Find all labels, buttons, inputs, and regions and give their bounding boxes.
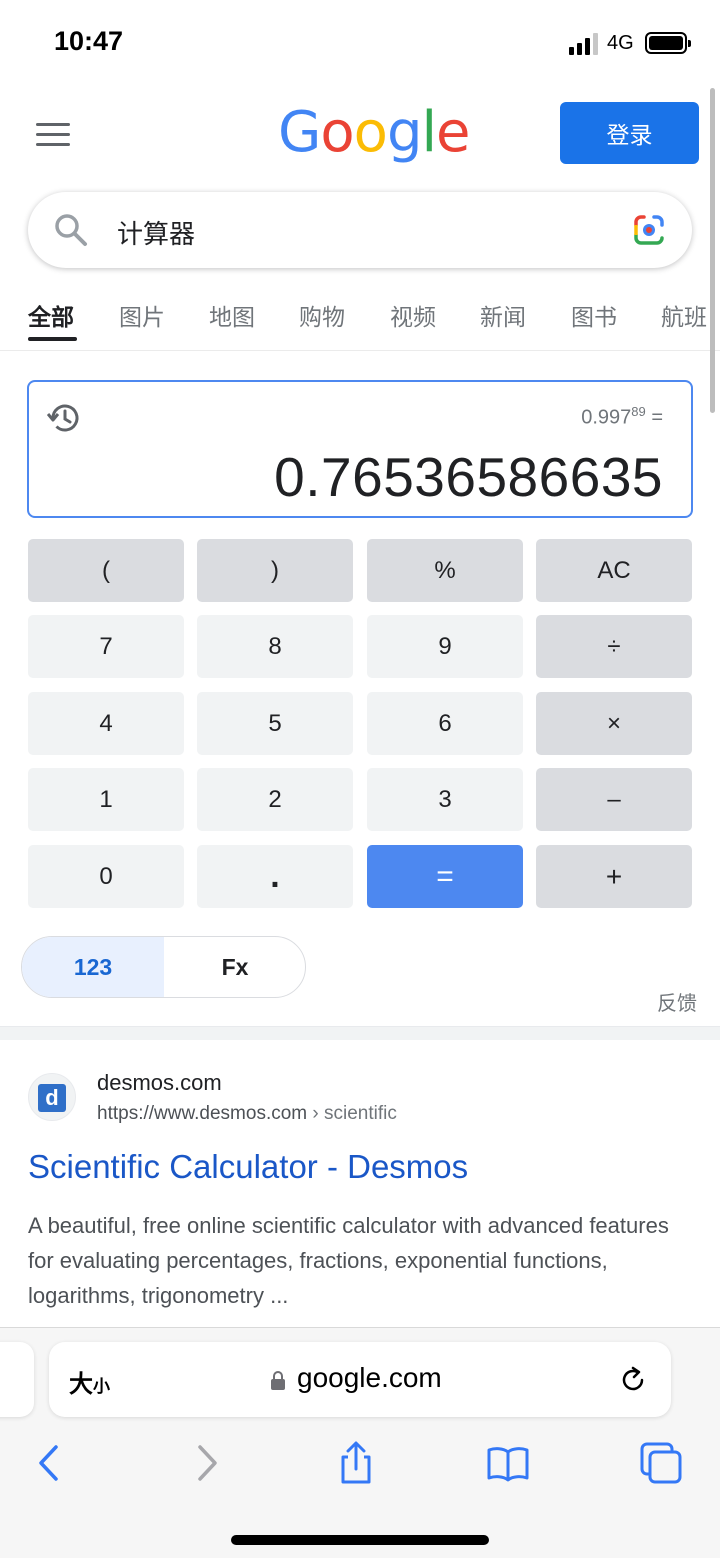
- battery-icon: [645, 32, 691, 54]
- logo-letter: o: [320, 100, 354, 165]
- tab-shopping[interactable]: 购物: [299, 298, 345, 332]
- forward-icon[interactable]: [184, 1441, 228, 1485]
- share-icon[interactable]: [334, 1441, 378, 1485]
- signal-icon: [569, 33, 599, 55]
- key-percent[interactable]: %: [367, 539, 523, 602]
- key-close-paren[interactable]: ): [197, 539, 353, 602]
- text-size-button[interactable]: 大小: [69, 1364, 110, 1399]
- result-url-crumb: › scientific: [307, 1103, 397, 1124]
- key-equals[interactable]: =: [367, 845, 523, 908]
- result-title-link[interactable]: Scientific Calculator - Desmos: [28, 1148, 468, 1186]
- back-icon[interactable]: [28, 1441, 72, 1485]
- expression-exponent: 89: [631, 404, 646, 419]
- network-label: 4G: [607, 32, 634, 54]
- tabs-icon[interactable]: [639, 1441, 683, 1485]
- expression-base: 0.997: [581, 406, 632, 429]
- result-url[interactable]: https://www.desmos.com › scientific: [97, 1103, 397, 1125]
- key-0[interactable]: 0: [28, 845, 184, 908]
- search-input[interactable]: 计算器: [117, 214, 195, 251]
- menu-icon[interactable]: [36, 123, 70, 147]
- tab-videos[interactable]: 视频: [390, 298, 436, 332]
- key-subtract[interactable]: –: [536, 768, 692, 831]
- search-icon[interactable]: [54, 213, 88, 247]
- key-decimal[interactable]: .: [197, 845, 353, 908]
- logo-letter: o: [353, 100, 388, 165]
- favicon-letter: d: [38, 1084, 66, 1112]
- key-7[interactable]: 7: [28, 615, 184, 678]
- result-snippet: A beautiful, free online scientific calc…: [28, 1213, 669, 1308]
- expression-equals: =: [651, 406, 663, 429]
- logo-letter: G: [278, 100, 321, 165]
- section-divider: [0, 1026, 720, 1040]
- result-site-name[interactable]: desmos.com: [97, 1070, 222, 1096]
- tab-all[interactable]: 全部: [28, 298, 74, 332]
- search-tabs: 全部 图片 地图 购物 视频 新闻 图书 航班: [0, 290, 720, 350]
- text-size-small: 小: [93, 1377, 110, 1396]
- previous-tab-preview[interactable]: [0, 1342, 34, 1417]
- address-bar[interactable]: 大小 google.com: [49, 1342, 671, 1417]
- active-tab-indicator: [28, 337, 77, 341]
- address-domain[interactable]: google.com: [297, 1362, 442, 1394]
- key-8[interactable]: 8: [197, 615, 353, 678]
- divider: [0, 350, 720, 351]
- key-9[interactable]: 9: [367, 615, 523, 678]
- feedback-link[interactable]: 反馈: [657, 987, 697, 1016]
- scrollbar[interactable]: [710, 88, 715, 413]
- key-divide[interactable]: ÷: [536, 615, 692, 678]
- browser-toolbar: 大小 google.com: [0, 1327, 720, 1558]
- login-button[interactable]: 登录: [560, 102, 699, 164]
- tab-maps[interactable]: 地图: [209, 298, 255, 332]
- google-logo[interactable]: Google: [278, 100, 471, 165]
- key-6[interactable]: 6: [367, 692, 523, 755]
- reload-icon[interactable]: [618, 1365, 648, 1395]
- calculator-result: 0.76536586635: [274, 446, 663, 508]
- logo-letter: e: [436, 100, 470, 165]
- logo-letter: g: [386, 100, 423, 165]
- key-all-clear[interactable]: AC: [536, 539, 692, 602]
- key-add[interactable]: +: [536, 845, 692, 908]
- tab-news[interactable]: 新闻: [480, 298, 526, 332]
- result-url-base: https://www.desmos.com: [97, 1103, 308, 1124]
- mode-basic[interactable]: 123: [22, 937, 164, 997]
- bookmarks-icon[interactable]: [486, 1441, 530, 1485]
- home-indicator: [231, 1535, 489, 1545]
- status-bar: 10:47 4G: [0, 0, 720, 88]
- calculator-display: 0.99789 = 0.76536586635: [27, 380, 693, 518]
- key-multiply[interactable]: ×: [536, 692, 692, 755]
- key-2[interactable]: 2: [197, 768, 353, 831]
- tab-flights[interactable]: 航班: [661, 298, 707, 332]
- calculator-expression: 0.99789 =: [581, 404, 663, 430]
- status-time: 10:47: [54, 26, 124, 56]
- lock-icon: [271, 1371, 285, 1390]
- history-icon[interactable]: [47, 400, 83, 436]
- key-open-paren[interactable]: (: [28, 539, 184, 602]
- key-1[interactable]: 1: [28, 768, 184, 831]
- key-3[interactable]: 3: [367, 768, 523, 831]
- search-box[interactable]: 计算器: [28, 192, 692, 268]
- text-size-big: 大: [69, 1371, 93, 1398]
- tab-books[interactable]: 图书: [571, 298, 617, 332]
- tab-images[interactable]: 图片: [119, 298, 165, 332]
- mode-scientific[interactable]: Fx: [164, 937, 305, 997]
- site-favicon[interactable]: d: [28, 1073, 76, 1121]
- key-4[interactable]: 4: [28, 692, 184, 755]
- calculator-mode-toggle: 123 Fx: [21, 936, 306, 998]
- logo-letter: l: [421, 100, 437, 165]
- google-lens-icon[interactable]: [632, 213, 666, 247]
- key-5[interactable]: 5: [197, 692, 353, 755]
